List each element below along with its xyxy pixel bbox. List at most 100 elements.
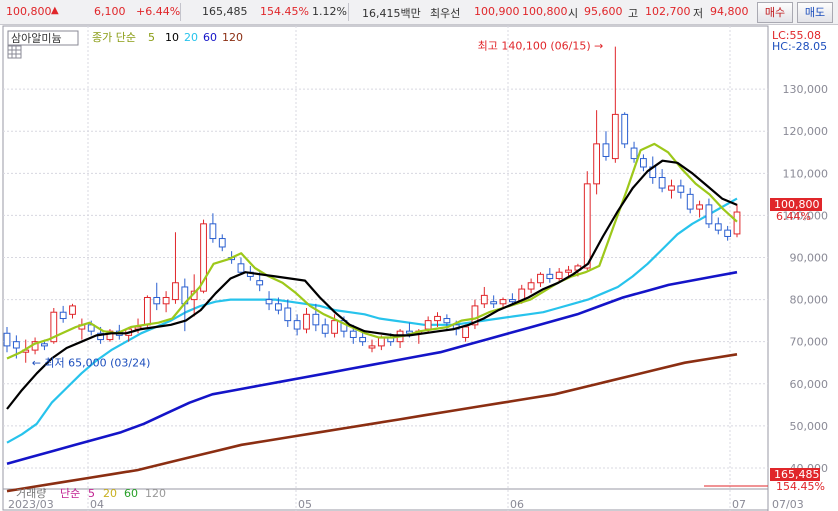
- candle-body: [462, 326, 469, 338]
- candle-body: [209, 223, 217, 240]
- current-change-tag: 6.44%: [776, 210, 811, 223]
- grid-toggle-icon[interactable]: [7, 45, 22, 59]
- volume-ratio-tag: 154.45%: [776, 480, 825, 493]
- quote-bar: 100,800 ▲ 6,100 +6.44% 165,485 154.45% 1…: [0, 0, 838, 25]
- candle-body: [3, 332, 11, 347]
- candle-body: [293, 320, 301, 330]
- hc-value: HC:-28.05: [772, 40, 827, 53]
- up-arrow-icon: ▲: [51, 5, 59, 16]
- candle-body: [218, 238, 226, 248]
- candle-body: [705, 204, 713, 225]
- volume-pane-frame: [2, 488, 769, 511]
- x-range-end-label: 07/03: [772, 498, 804, 511]
- volume-value: 165,485: [202, 5, 248, 18]
- high-price: 102,700: [645, 5, 691, 18]
- y-axis-ticks: 130,000120,000110,000100,00090,00080,000…: [783, 83, 829, 475]
- volume-label: 거래량: [16, 487, 46, 500]
- candle-body: [565, 269, 572, 273]
- candle-body: [508, 299, 516, 303]
- open-price: 95,600: [584, 5, 623, 18]
- turnover-rate: 1.12%: [312, 5, 347, 18]
- y-tick-label: 80,000: [790, 294, 829, 307]
- best-quote-label: 최우선: [430, 7, 461, 20]
- candle-body: [555, 271, 563, 280]
- candle-body: [677, 185, 685, 193]
- candle-body: [714, 223, 722, 231]
- candle-body: [312, 313, 320, 326]
- candle-body: [724, 229, 732, 237]
- candle-body: [143, 296, 151, 326]
- candle-body: [331, 320, 338, 334]
- high-annotation: 최고 140,100 (06/15) →: [478, 40, 604, 53]
- stock-chart[interactable]: 130,000120,000110,000100,00090,00080,000…: [0, 24, 838, 511]
- candle-body: [162, 296, 170, 305]
- candle-body: [499, 299, 507, 305]
- candle-body: [265, 299, 273, 305]
- candle-body: [640, 158, 647, 168]
- y-tick-label: 90,000: [790, 252, 829, 265]
- ma-legend-60: 60: [203, 31, 217, 44]
- candle-body: [153, 296, 161, 305]
- volume-ratio: 154.45%: [260, 5, 309, 18]
- candle-body: [12, 341, 20, 349]
- candle-body: [611, 113, 619, 160]
- low-annotation: ← 최저 65,000 (03/24): [32, 357, 151, 370]
- candle-body: [733, 211, 741, 235]
- ma-legend-label: 종가 단순: [92, 31, 136, 44]
- candle-body: [630, 147, 638, 160]
- ma-legend-20: 20: [184, 31, 198, 44]
- volume-ma-60: 60: [124, 487, 138, 500]
- price-change-pct: +6.44%: [136, 5, 181, 18]
- candle-body: [527, 282, 535, 290]
- y-tick-label: 130,000: [783, 83, 829, 96]
- candle-body: [368, 345, 376, 349]
- candle-body: [621, 113, 629, 145]
- y-tick-label: 50,000: [790, 420, 829, 433]
- candle-body: [69, 305, 76, 315]
- y-tick-label: 60,000: [790, 378, 829, 391]
- candle-body: [237, 263, 245, 273]
- candle-body: [284, 307, 292, 322]
- candle-body: [443, 318, 451, 324]
- open-label: 시: [568, 7, 579, 20]
- candle-body: [490, 301, 498, 305]
- ma-legend-120: 120: [222, 31, 243, 44]
- ma-legend-10: 10: [165, 31, 179, 44]
- candle-body: [668, 185, 675, 191]
- candle-body: [41, 343, 48, 347]
- candle-body: [377, 336, 385, 347]
- candle-body: [321, 324, 329, 334]
- candle-body: [480, 294, 488, 305]
- volume-ma-5: 5: [88, 487, 95, 500]
- candle-body: [537, 273, 544, 284]
- candle-body: [602, 143, 610, 157]
- best-ask: 100,900: [474, 5, 520, 18]
- x-tick-label: 05: [298, 498, 312, 511]
- candle-body: [546, 273, 554, 280]
- high-label: 고: [628, 7, 639, 20]
- candle-body: [172, 282, 179, 301]
- candle-body: [696, 204, 703, 210]
- candle-body: [434, 315, 441, 322]
- candle-body: [256, 280, 264, 286]
- candle-body: [59, 311, 67, 320]
- buy-button[interactable]: 매수: [757, 2, 793, 23]
- candle-body: [424, 320, 432, 330]
- low-label: 저: [693, 7, 704, 20]
- candle-body: [275, 303, 282, 311]
- price-change: 6,100: [94, 5, 126, 18]
- sell-button[interactable]: 매도: [797, 2, 833, 23]
- x-tick-label: 07: [732, 498, 746, 511]
- candle-body: [583, 183, 591, 269]
- current-price: 100,800: [6, 5, 52, 18]
- divider: [348, 3, 349, 21]
- low-price: 94,800: [710, 5, 749, 18]
- candle-body: [593, 143, 601, 185]
- ma-legend-5: 5: [148, 31, 155, 44]
- candle-body: [658, 177, 666, 189]
- candle-body: [303, 313, 310, 330]
- divider: [180, 3, 181, 21]
- y-tick-label: 110,000: [783, 167, 829, 180]
- stock-name: 삼아알미늄: [11, 31, 62, 45]
- x-tick-label: 06: [510, 498, 524, 511]
